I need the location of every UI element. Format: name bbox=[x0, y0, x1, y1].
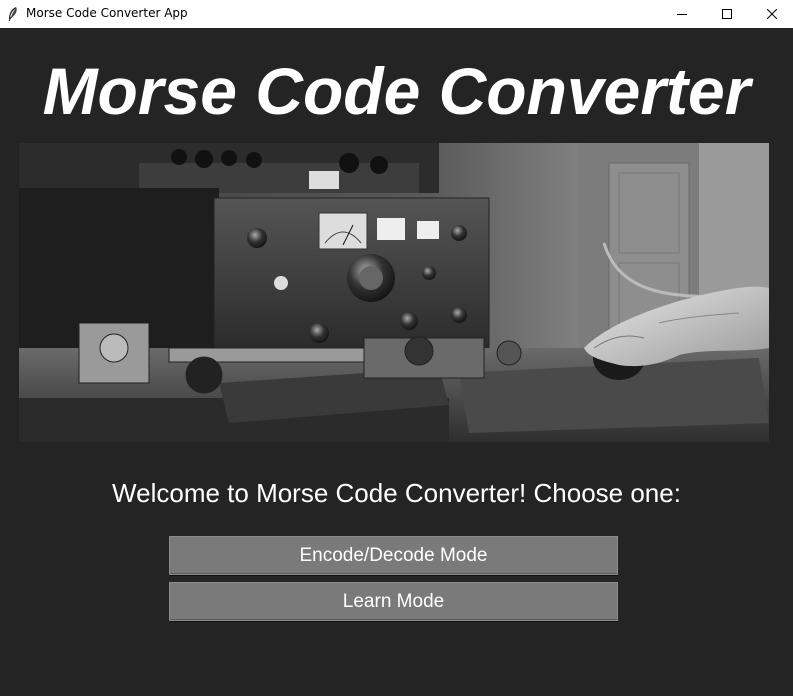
encode-decode-mode-button[interactable]: Encode/Decode Mode bbox=[169, 536, 618, 575]
telegraph-photo bbox=[19, 143, 769, 442]
maximize-button[interactable] bbox=[704, 0, 750, 28]
maximize-icon bbox=[722, 9, 732, 19]
feather-icon bbox=[6, 6, 20, 22]
app-body: Morse Code Converter Welcome to Morse Co… bbox=[0, 28, 793, 696]
minimize-button[interactable] bbox=[659, 0, 705, 28]
minimize-icon bbox=[677, 9, 687, 19]
welcome-text: Welcome to Morse Code Converter! Choose … bbox=[112, 478, 681, 508]
close-button[interactable] bbox=[749, 0, 793, 28]
window-title: Morse Code Converter App bbox=[26, 6, 188, 20]
learn-mode-button[interactable]: Learn Mode bbox=[169, 582, 618, 621]
window-titlebar: Morse Code Converter App bbox=[0, 0, 793, 28]
close-icon bbox=[767, 9, 777, 19]
page-title: Morse Code Converter bbox=[42, 54, 751, 128]
